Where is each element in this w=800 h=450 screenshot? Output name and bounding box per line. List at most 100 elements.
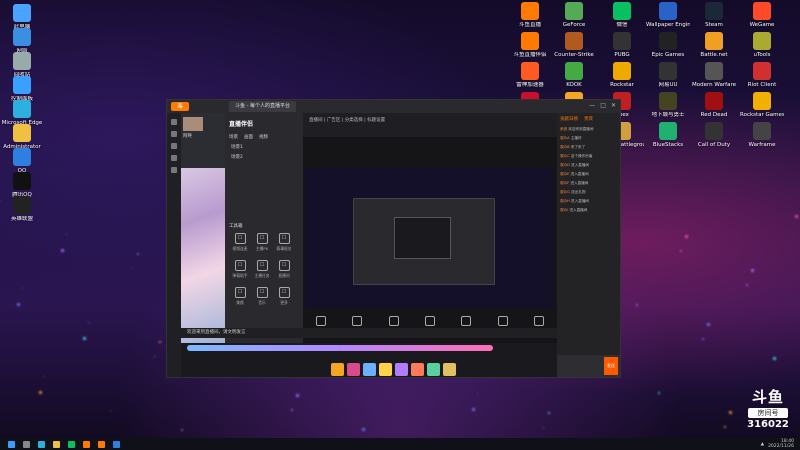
desktop-icon[interactable]: QQ [0, 148, 44, 175]
douyu-icon[interactable] [83, 440, 90, 448]
clock[interactable]: 18:40 2022/11/26 [768, 439, 794, 449]
browser-tab[interactable]: 斗鱼 - 每个人的直播平台 [229, 101, 296, 112]
folder-icon[interactable] [53, 440, 60, 448]
tool-button[interactable]: ☐ 赛事报名 [273, 233, 295, 252]
chat-nick[interactable]: 观众H [560, 199, 570, 203]
tool-button[interactable]: ☐ 美颜 [229, 287, 251, 306]
desktop-icon[interactable]: Modern Warfare [692, 62, 736, 89]
chat-nick[interactable]: 观众A [560, 136, 570, 140]
wechat-icon[interactable] [68, 440, 75, 448]
gift-item[interactable] [363, 363, 376, 376]
desktop-icon[interactable]: GeForce [552, 2, 596, 29]
desktop-icon[interactable]: 雷神加速器 [508, 62, 552, 89]
desktop-icon[interactable]: Wallpaper Engine [646, 2, 690, 29]
desktop-icon[interactable]: Red Dead [692, 92, 736, 119]
chat-nick[interactable]: 观众F [560, 181, 569, 185]
desktop-icon[interactable]: WeGame [740, 2, 784, 29]
desktop-icon[interactable]: PUBG [600, 32, 644, 59]
chat-nick[interactable]: 系统 [560, 127, 567, 131]
desktop-icon[interactable]: 英雄联盟 [0, 196, 44, 223]
desktop-icon[interactable]: Call of Duty [692, 122, 736, 149]
desktop-icon[interactable]: 微信 [600, 2, 644, 29]
desktop-icon[interactable]: Steam [692, 2, 736, 29]
desktop-icon[interactable]: Administrator [0, 124, 44, 151]
nav-game-icon[interactable] [171, 155, 177, 161]
desktop-icon[interactable]: Counter-Strike [552, 32, 596, 59]
gift-item[interactable] [395, 363, 408, 376]
app-icon [521, 2, 539, 20]
desktop-icon[interactable]: 斗鱼直播 [508, 2, 552, 29]
gift-item[interactable] [347, 363, 360, 376]
chat-nick[interactable]: 观众G [560, 190, 570, 194]
title-bar[interactable]: 斗 斗鱼 - 每个人的直播平台 — □ ✕ [167, 100, 620, 113]
nav-follow-icon[interactable] [171, 131, 177, 137]
tool-button[interactable]: ☐ 视频连麦 [229, 233, 251, 252]
scene-item[interactable]: 场景2 [231, 154, 303, 160]
desktop-icon[interactable]: Riot Client [740, 62, 784, 89]
desktop-icon[interactable]: 控制面板 [0, 76, 44, 103]
desktop-icon[interactable]: 网络 [0, 28, 44, 55]
tab-picture[interactable]: 画面 [244, 134, 253, 140]
desktop-icon-label: Counter-Strike [554, 52, 594, 58]
gift-item[interactable] [331, 363, 344, 376]
close-button[interactable]: ✕ [611, 102, 616, 109]
desktop-icon[interactable]: Battle.net [692, 32, 736, 59]
desktop-icon[interactable]: uTools [740, 32, 784, 59]
gift-item[interactable] [411, 363, 424, 376]
tool-label: 主播任务 [254, 273, 270, 278]
desktop-icon[interactable]: Rockstar Games [740, 92, 784, 119]
gift-item[interactable] [443, 363, 456, 376]
nav-category-icon[interactable] [171, 143, 177, 149]
tab-video[interactable]: 视频 [259, 134, 268, 140]
chat-text: 欢迎来到直播间 [568, 127, 594, 131]
edge-icon[interactable] [38, 440, 45, 448]
desktop-icon[interactable]: 腾讯QQ [0, 172, 44, 199]
start-icon[interactable] [8, 440, 15, 448]
desktop-icon[interactable]: Microsoft Edge [0, 100, 44, 127]
city-light [159, 341, 161, 343]
tool-button[interactable]: ☐ 音乐 [251, 287, 273, 306]
chat-nick[interactable]: 观众E [560, 172, 569, 176]
chat-list: 系统 欢迎来到直播间 观众A 主播好 观众B 来了来了 观众C 这个操作厉害 观众D 进… [557, 125, 620, 215]
tool-button[interactable]: ☐ 主播PK [251, 233, 273, 252]
chat-nick[interactable]: 观众I [560, 208, 568, 212]
companion-icon[interactable] [98, 440, 105, 448]
tool-button[interactable]: ☐ 主播任务 [251, 260, 273, 279]
tab-rank[interactable]: 贡献日榜 [560, 116, 578, 122]
chat-nick[interactable]: 观众D [560, 163, 570, 167]
avatar[interactable] [183, 117, 203, 131]
gift-item[interactable] [427, 363, 440, 376]
desktop-icon[interactable]: BlueStacks [646, 122, 690, 149]
desktop-icon[interactable]: 斗鱼直播伴侣 [508, 32, 552, 59]
app-icon [13, 100, 31, 118]
desktop-icon[interactable]: 回收站 [0, 52, 44, 79]
network-icon[interactable]: ▲ [761, 442, 764, 447]
send-button[interactable]: 发送 [604, 357, 618, 375]
nav-video-icon[interactable] [171, 167, 177, 173]
minimize-button[interactable]: — [589, 102, 595, 109]
scene-item[interactable]: 场景1 [231, 144, 303, 150]
nav-home-icon[interactable] [171, 119, 177, 125]
gift-item[interactable] [379, 363, 392, 376]
desktop-icon[interactable]: Epic Games [646, 32, 690, 59]
desktop-icon[interactable]: Rockstar [600, 62, 644, 89]
search-icon[interactable] [23, 440, 30, 448]
qq-icon[interactable] [113, 440, 120, 448]
maximize-button[interactable]: □ [600, 102, 606, 109]
desktop-icon[interactable]: Warframe [740, 122, 784, 149]
desktop-icon[interactable]: 网易UU [646, 62, 690, 89]
chat-nick[interactable]: 观众B [560, 145, 570, 149]
tool-button[interactable]: ☐ 弹幕助手 [229, 260, 251, 279]
tab-vip[interactable]: 贵宾 [584, 116, 593, 122]
desktop-icon[interactable]: 地下城与勇士 [646, 92, 690, 119]
tool-button[interactable]: ☐ 更多 [273, 287, 295, 306]
chat-nick[interactable]: 观众C [560, 154, 570, 158]
desktop-icon[interactable]: KOOK [552, 62, 596, 89]
chat-input[interactable]: 发送 [557, 355, 620, 377]
douyu-window[interactable]: 斗 斗鱼 - 每个人的直播平台 — □ ✕ 阿咚 直播伴侣 场景 画面 视频 场… [166, 99, 621, 378]
tab-scene[interactable]: 场景 [229, 134, 238, 140]
tool-button[interactable]: ☐ 直播间 [273, 260, 295, 279]
desktop-icon[interactable]: 此电脑 [0, 4, 44, 31]
tool-grid: ☐ 视频连麦 ☐ 主播PK ☐ 赛事报名 ☐ 弹幕助手 ☐ 主播任务 ☐ 直播间 ☐ 美颜 ☐ 音乐 ☐ 更多 [229, 233, 295, 306]
companion-logo: 直播伴侣 [229, 121, 254, 128]
